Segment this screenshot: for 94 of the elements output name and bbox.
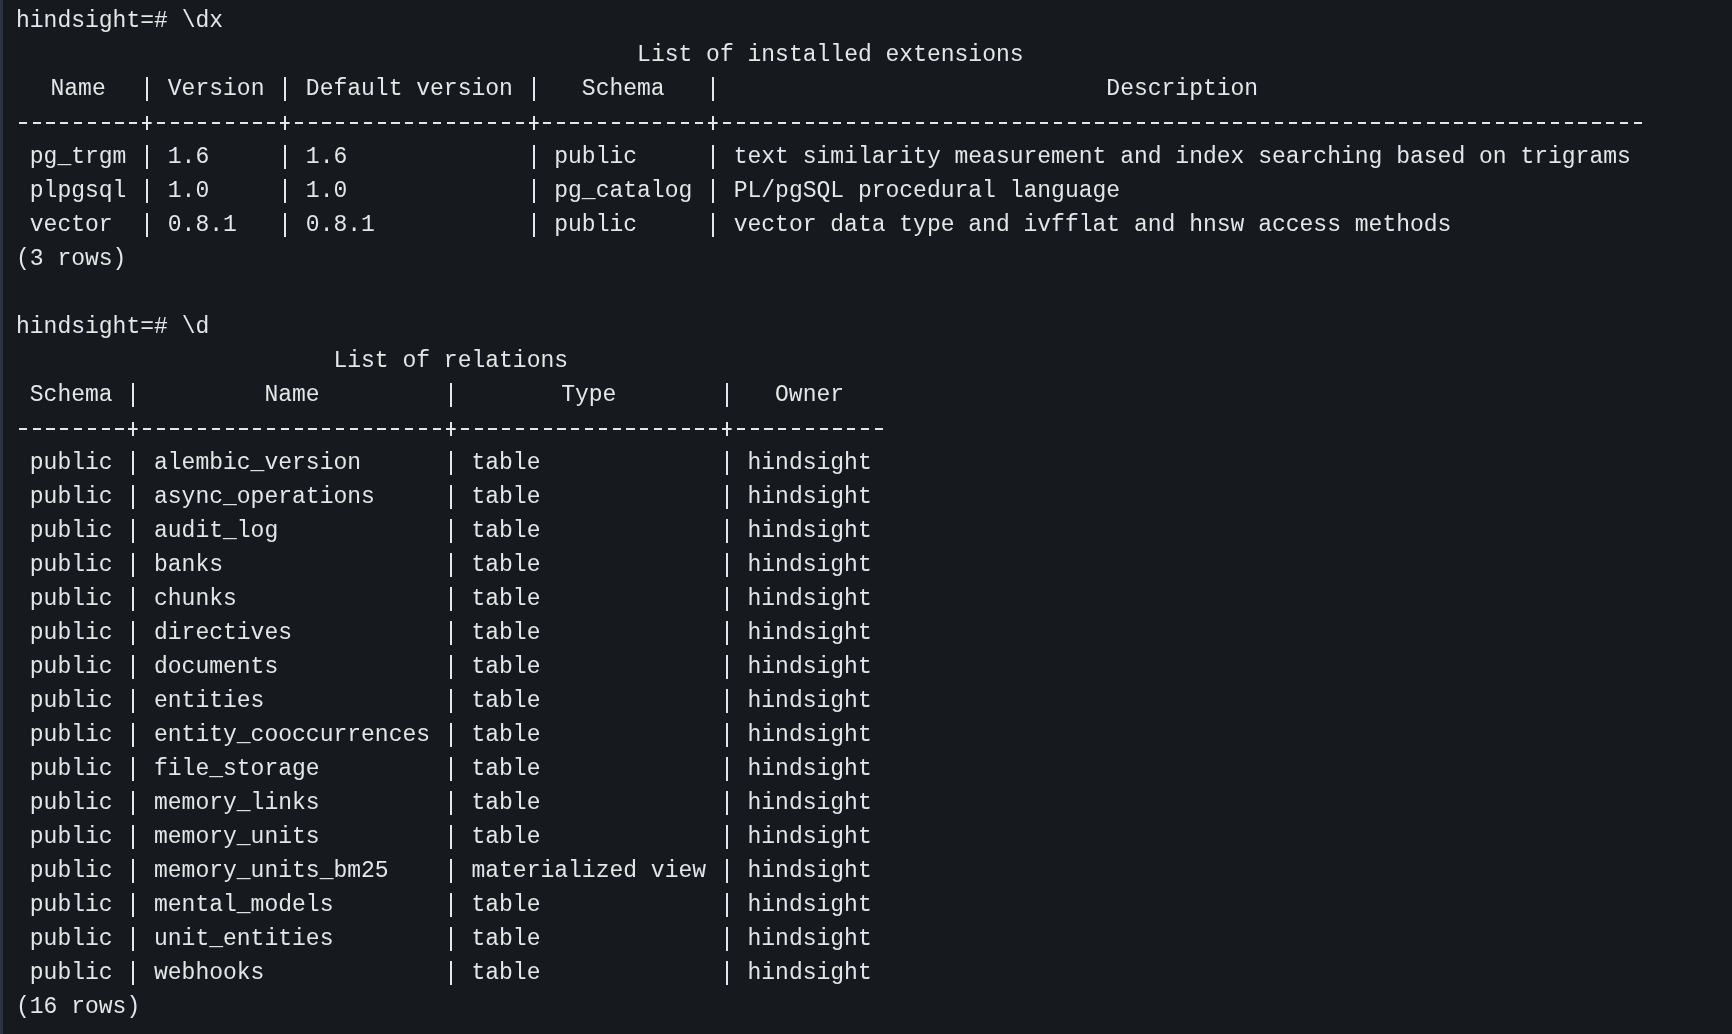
table-cell-text: entity_cooccurrences — [153, 721, 432, 750]
table-cell-text: entities — [153, 687, 266, 716]
table-cell-text: pg_catalog — [553, 177, 694, 206]
table-cell-text: text similarity measurement and index searching based on trigrams — [732, 143, 1632, 172]
table-cell-text: directives — [153, 619, 294, 648]
table-cell-text: table — [470, 653, 542, 682]
command-prompt: hindsight=# \d — [16, 314, 210, 340]
table-cell-text: table — [470, 789, 542, 818]
table-cell-text: alembic_version — [153, 449, 363, 478]
table-cell-text: table — [470, 925, 542, 954]
table-cell-text: chunks — [153, 585, 238, 614]
table-cell-text: file_storage — [153, 755, 321, 784]
table-cell-text: table — [470, 619, 542, 648]
column-header: Name — [49, 75, 107, 104]
table-cell-text: table — [470, 721, 542, 750]
table-cell-text: vector data type and ivfflat and hnsw access methods — [732, 211, 1453, 240]
column-header: Type — [560, 381, 618, 410]
table-cell-text: pg_trgm — [28, 143, 128, 172]
table-cell-text: public — [28, 653, 114, 682]
table-cell-text: public — [28, 721, 114, 750]
table-cell-text: hindsight — [746, 687, 873, 716]
table-cell-text: hindsight — [746, 925, 873, 954]
table-cell-text: hindsight — [746, 449, 873, 478]
table-cell-text: table — [470, 551, 542, 580]
table-cell-text: 1.6 — [304, 143, 349, 172]
table-cell-text: hindsight — [746, 789, 873, 818]
table-cell-text: public — [28, 551, 114, 580]
table-cell-text: PL/pgSQL procedural language — [732, 177, 1122, 206]
row-count: (3 rows) — [16, 246, 127, 272]
table-cell-text: public — [28, 517, 114, 546]
table-cell-text: unit_entities — [153, 925, 335, 954]
table-cell-text: public — [28, 619, 114, 648]
table-cell-text: memory_links — [153, 789, 321, 818]
table-cell-text: public — [28, 755, 114, 784]
table-cell-text: 0.8.1 — [304, 211, 376, 240]
column-header: Schema — [28, 381, 114, 410]
table-title: List of installed extensions — [637, 42, 1024, 68]
table-cell-text: hindsight — [746, 551, 873, 580]
table-cell-text: public — [28, 789, 114, 818]
table-cell-text: public — [28, 449, 114, 478]
table-cell-text: public — [553, 211, 639, 240]
table-cell-text: hindsight — [746, 857, 873, 886]
table-cell-text: public — [28, 891, 114, 920]
table-cell-text: hindsight — [746, 891, 873, 920]
table-cell-text: table — [470, 483, 542, 512]
table-cell-text: hindsight — [746, 823, 873, 852]
table-cell-text: hindsight — [746, 721, 873, 750]
table-cell-text: public — [28, 483, 114, 512]
table-cell-text: hindsight — [746, 585, 873, 614]
table-cell-text: table — [470, 517, 542, 546]
table-cell-text: webhooks — [153, 959, 266, 988]
table-cell-text: table — [470, 823, 542, 852]
table-cell-text: hindsight — [746, 619, 873, 648]
table-cell-text: 1.0 — [304, 177, 349, 206]
table-cell-text: memory_units_bm25 — [153, 857, 390, 886]
table-cell-text: hindsight — [746, 959, 873, 988]
table-cell-text: public — [28, 925, 114, 954]
table-cell-text: public — [28, 959, 114, 988]
table-cell-text: hindsight — [746, 483, 873, 512]
column-header: Owner — [774, 381, 846, 410]
table-cell-text: public — [553, 143, 639, 172]
table-cell-text: public — [28, 823, 114, 852]
table-title: List of relations — [333, 348, 569, 374]
table-cell-text: public — [28, 687, 114, 716]
table-cell-text: memory_units — [153, 823, 321, 852]
row-count: (16 rows) — [16, 994, 141, 1020]
table-cell-text: banks — [153, 551, 224, 580]
column-header: Name — [263, 381, 321, 410]
table-cell-text: 1.0 — [166, 177, 211, 206]
column-header: Description — [1105, 75, 1260, 104]
column-header: Default version — [304, 75, 514, 104]
table-cell-text: table — [470, 585, 542, 614]
table-cell-text: plpgsql — [28, 177, 128, 206]
table-cell-text: mental_models — [153, 891, 335, 920]
table-cell-text: audit_log — [153, 517, 280, 546]
table-cell-text: hindsight — [746, 517, 873, 546]
table-cell-text: table — [470, 687, 542, 716]
table-cell-text: table — [470, 959, 542, 988]
column-header: Version — [166, 75, 266, 104]
table-cell-text: hindsight — [746, 755, 873, 784]
column-header: Schema — [580, 75, 666, 104]
table-cell-text: documents — [153, 653, 280, 682]
table-cell-text: materialized view — [470, 857, 708, 886]
table-cell-text: hindsight — [746, 653, 873, 682]
table-cell-text: vector — [28, 211, 114, 240]
table-cell-text: table — [470, 755, 542, 784]
table-cell-text: table — [470, 449, 542, 478]
table-cell-text: public — [28, 857, 114, 886]
table-cell-text: async_operations — [153, 483, 376, 512]
command-prompt: hindsight=# \dx — [16, 8, 224, 34]
table-cell-text: public — [28, 585, 114, 614]
table-cell-text: table — [470, 891, 542, 920]
table-cell-text: 1.6 — [166, 143, 211, 172]
table-cell-text: 0.8.1 — [166, 211, 238, 240]
